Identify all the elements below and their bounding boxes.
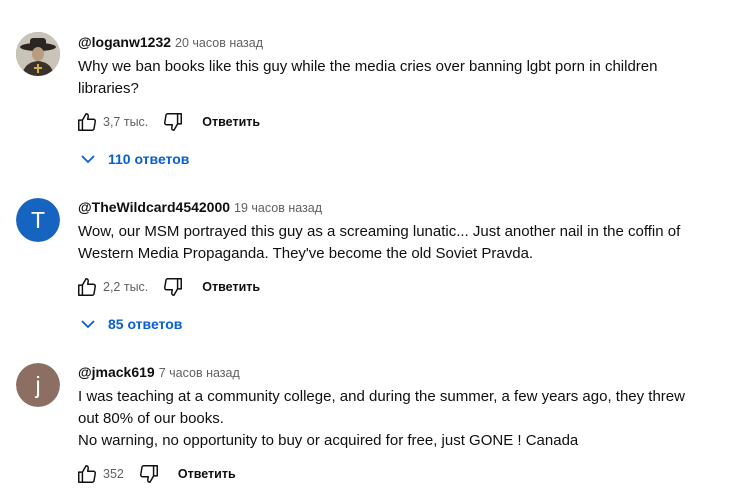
avatar[interactable] — [16, 32, 60, 76]
comment-time[interactable]: 7 часов назад — [159, 366, 240, 380]
comment-time[interactable]: 20 часов назад — [175, 36, 263, 50]
comment-actions: 352 Ответить — [74, 461, 236, 487]
chevron-down-icon — [81, 320, 95, 329]
view-replies-button[interactable]: 85 ответов — [80, 312, 182, 336]
reply-button[interactable]: Ответить — [178, 467, 236, 481]
reply-button[interactable]: Ответить — [202, 280, 260, 294]
comment-actions: 2,2 тыс. Ответить — [74, 274, 260, 300]
thumbs-up-icon — [78, 113, 96, 131]
like-button[interactable] — [74, 461, 100, 487]
like-button[interactable] — [74, 274, 100, 300]
like-count: 2,2 тыс. — [103, 280, 149, 294]
thumbs-down-icon — [164, 113, 183, 131]
comment-author[interactable]: @TheWildcard4542000 — [78, 199, 230, 215]
avatar[interactable]: T — [16, 198, 60, 242]
comment-text: I was teaching at a community college, a… — [78, 388, 685, 449]
replies-count: 110 ответов — [108, 151, 190, 167]
thumbs-down-icon — [139, 465, 158, 483]
thumbs-down-icon — [164, 278, 183, 296]
comment-time[interactable]: 19 часов назад — [234, 201, 322, 215]
view-replies-button[interactable]: 110 ответов — [80, 147, 189, 171]
comment-text: Wow, our MSM portrayed this guy as a scr… — [78, 223, 681, 262]
like-button[interactable] — [74, 109, 100, 135]
dislike-button[interactable] — [160, 109, 186, 135]
chevron-down-icon — [81, 155, 95, 164]
comment-author[interactable]: @jmack619 — [78, 364, 155, 380]
comment-actions: 3,7 тыс. Ответить — [74, 109, 260, 135]
dislike-button[interactable] — [160, 274, 186, 300]
reply-button[interactable]: Ответить — [202, 115, 260, 129]
dislike-button[interactable] — [136, 461, 162, 487]
like-count: 352 — [103, 467, 124, 481]
profile-photo-icon — [16, 32, 60, 76]
avatar-letter: j — [35, 371, 41, 398]
like-count: 3,7 тыс. — [103, 115, 149, 129]
avatar[interactable]: j — [16, 363, 60, 407]
replies-count: 85 ответов — [108, 316, 183, 332]
thumbs-up-icon — [78, 278, 96, 296]
avatar-letter: T — [30, 206, 46, 233]
thumbs-up-icon — [78, 465, 96, 483]
comment-author[interactable]: @loganw1232 — [78, 34, 171, 50]
comment-text: Why we ban books like this guy while the… — [78, 58, 658, 97]
